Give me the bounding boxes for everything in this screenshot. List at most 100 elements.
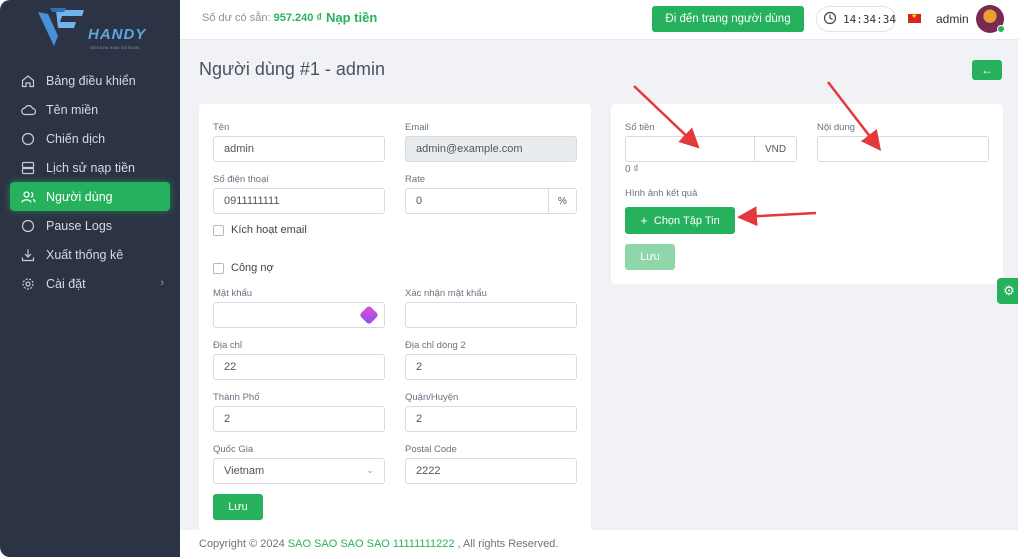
- username[interactable]: admin: [936, 12, 969, 26]
- footer-brand-link[interactable]: SAO SAO SAO SAO 11111111222: [288, 538, 455, 550]
- circle-icon: [20, 218, 36, 234]
- postal-code-input[interactable]: 2222: [405, 458, 577, 484]
- phone-input[interactable]: 0911111111: [213, 188, 385, 214]
- logo[interactable]: HANDY DESIGN AND DESIGN: [36, 6, 146, 54]
- choose-file-button[interactable]: + Chọn Tập Tin: [625, 207, 735, 234]
- rate-suffix: %: [548, 189, 576, 213]
- sidebar-item-label: Tên miền: [46, 102, 99, 117]
- logo-mark-icon: [38, 8, 84, 46]
- sidebar-item-label: Lịch sử nạp tiền: [46, 160, 135, 175]
- sidebar-item-export-stats[interactable]: Xuất thống kê: [0, 240, 180, 269]
- balance: Số dư có sẵn: 957.240 ₫: [202, 12, 322, 24]
- copyright-text: Copyright © 2024: [199, 537, 285, 550]
- sidebar-item-label: Cài đặt: [46, 276, 86, 291]
- sidebar-item-dashboard[interactable]: Bảng điều khiển: [0, 66, 180, 95]
- city-label: Thành Phố: [213, 392, 260, 403]
- address2-input[interactable]: 2: [405, 354, 577, 380]
- name-input[interactable]: admin: [213, 136, 385, 162]
- debt-checkbox[interactable]: Công nợ: [213, 262, 274, 274]
- topup-link[interactable]: Nạp tiền: [326, 10, 377, 25]
- postal-code-label: Postal Code: [405, 444, 457, 455]
- server-icon: [20, 160, 36, 176]
- amount-hint: 0 ₫: [625, 164, 639, 175]
- country-select[interactable]: Vietnam ⌄: [213, 458, 385, 484]
- rate-label: Rate: [405, 174, 426, 185]
- home-icon: [20, 73, 36, 89]
- download-icon: [20, 247, 36, 263]
- content-label: Nội dung: [817, 122, 856, 133]
- gear-icon: ⚙: [1003, 283, 1015, 298]
- user-form-card: Tên admin Email admin@example.com Số điệ…: [199, 104, 591, 534]
- activate-email-checkbox[interactable]: Kích hoạt email: [213, 224, 307, 236]
- balance-label: Số dư có sẵn:: [202, 12, 271, 24]
- sidebar-item-domains[interactable]: Tên miền: [0, 95, 180, 124]
- debt-label: Công nợ: [231, 262, 274, 274]
- back-button[interactable]: ←: [972, 60, 1002, 80]
- users-icon: [20, 189, 36, 205]
- address-label: Địa chỉ: [213, 340, 243, 351]
- sidebar-item-label: Bảng điều khiển: [46, 73, 136, 88]
- country-label: Quốc Gia: [213, 444, 254, 455]
- confirm-password-label: Xác nhận mật khẩu: [405, 288, 487, 299]
- district-input[interactable]: 2: [405, 406, 577, 432]
- clock-time: 14:34:34: [843, 12, 896, 26]
- goto-user-page-button[interactable]: Đi đến trang người dùng: [652, 6, 804, 32]
- page-title: Người dùng #1 - admin: [199, 59, 385, 79]
- chevron-down-icon: ⌄: [366, 465, 374, 475]
- save-user-button[interactable]: Lưu: [213, 494, 263, 520]
- country-value: Vietnam: [224, 465, 265, 477]
- footer: Copyright © 2024 SAO SAO SAO SAO 1111111…: [180, 530, 1018, 557]
- result-image-label: Hình ảnh kết quả: [625, 188, 698, 199]
- name-label: Tên: [213, 122, 230, 133]
- checkbox-box[interactable]: [213, 262, 224, 274]
- address-input[interactable]: 22: [213, 354, 385, 380]
- password-manager-icon[interactable]: [359, 305, 379, 325]
- choose-file-label: Chọn Tập Tin: [653, 214, 720, 227]
- amount-suffix: VND: [754, 137, 796, 161]
- balance-value: 957.240 ₫: [273, 12, 323, 24]
- amount-input[interactable]: VND: [625, 136, 797, 162]
- logo-text: HANDY: [88, 26, 147, 43]
- email-input[interactable]: admin@example.com: [405, 136, 577, 162]
- sidebar-item-label: Chiến dịch: [46, 131, 106, 146]
- sidebar-nav: Bảng điều khiển Tên miền Chiến dịch Lịch…: [0, 66, 180, 298]
- cloud-icon: [20, 102, 36, 118]
- sidebar-item-campaigns[interactable]: Chiến dịch: [0, 124, 180, 153]
- password-input[interactable]: [213, 302, 385, 328]
- vietnam-flag-icon[interactable]: [908, 12, 921, 23]
- sidebar: HANDY DESIGN AND DESIGN Bảng điều khiển …: [0, 0, 180, 557]
- chevron-right-icon: ›: [160, 277, 164, 289]
- sidebar-item-label: Pause Logs: [46, 218, 113, 233]
- copyright-suffix: , All rights Reserved.: [457, 537, 559, 550]
- save-topup-button[interactable]: Lưu: [625, 244, 675, 270]
- sidebar-item-pause-logs[interactable]: Pause Logs: [0, 211, 180, 240]
- confirm-password-input[interactable]: [405, 302, 577, 328]
- content-input[interactable]: [817, 136, 989, 162]
- sidebar-item-settings[interactable]: Cài đặt ›: [0, 269, 180, 298]
- rate-input[interactable]: 0 %: [405, 188, 577, 214]
- address2-label: Địa chỉ dòng 2: [405, 340, 466, 351]
- topup-form-card: Số tiền VND 0 ₫ Nội dung Hình ảnh kết qu…: [611, 104, 1003, 284]
- district-label: Quận/Huyện: [405, 392, 459, 403]
- gear-icon: [20, 276, 36, 292]
- avatar[interactable]: [976, 5, 1005, 33]
- phone-label: Số điện thoại: [213, 174, 269, 185]
- topbar: Số dư có sẵn: 957.240 ₫ Nạp tiền Đi đến …: [180, 0, 1018, 40]
- activate-email-label: Kích hoạt email: [231, 224, 307, 236]
- sidebar-item-label: Người dùng: [46, 189, 113, 204]
- clock: 14:34:34: [816, 6, 896, 32]
- sidebar-item-topup-history[interactable]: Lịch sử nạp tiền: [0, 153, 180, 182]
- checkbox-box[interactable]: [213, 224, 224, 236]
- rate-value: 0: [416, 195, 423, 207]
- amount-label: Số tiền: [625, 122, 655, 133]
- city-input[interactable]: 2: [213, 406, 385, 432]
- app-window: HANDY DESIGN AND DESIGN Bảng điều khiển …: [0, 0, 1018, 557]
- clock-icon: [823, 11, 837, 28]
- sidebar-item-users[interactable]: Người dùng: [10, 182, 170, 211]
- logo-subtext: DESIGN AND DESIGN: [90, 45, 140, 50]
- plus-icon: +: [640, 213, 648, 228]
- circle-icon: [20, 131, 36, 147]
- password-label: Mật khẩu: [213, 288, 253, 299]
- arrow-left-icon: ←: [981, 63, 993, 77]
- settings-panel-toggle[interactable]: ⚙: [997, 278, 1018, 304]
